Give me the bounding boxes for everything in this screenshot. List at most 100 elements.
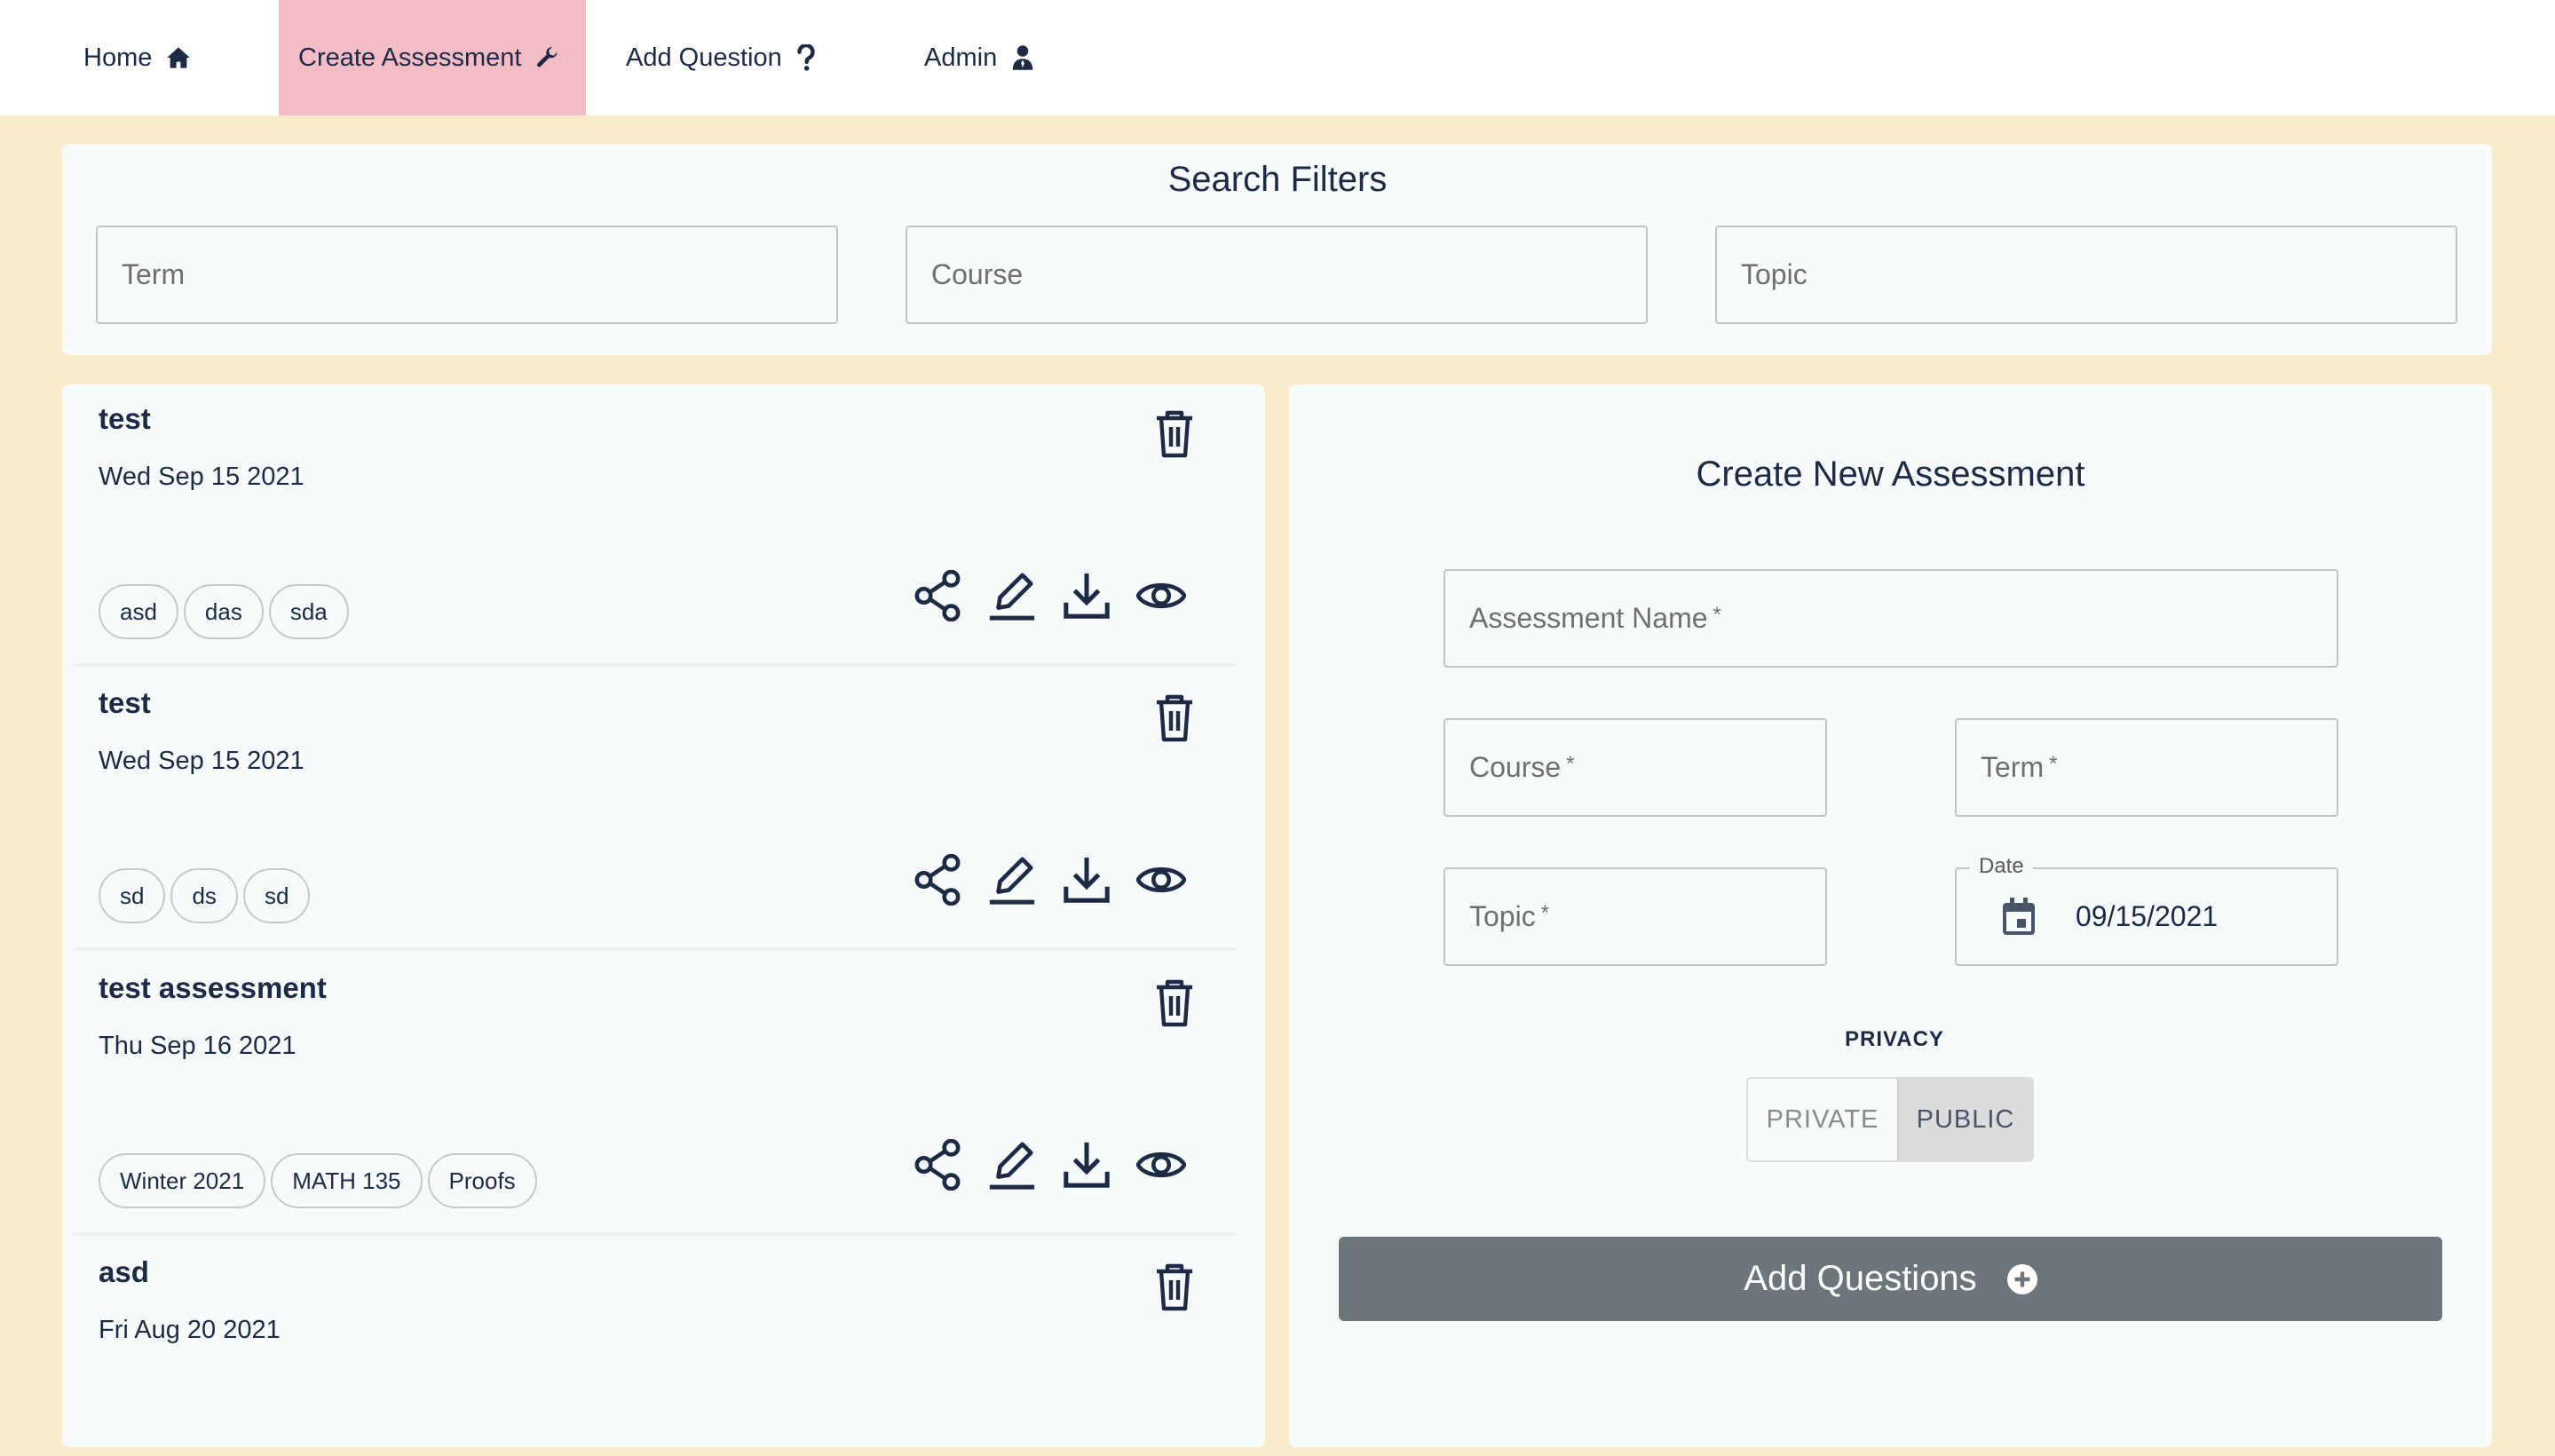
- wrench-icon: [535, 45, 560, 70]
- assessment-title: asd: [99, 1255, 149, 1288]
- user-tie-icon: [1011, 44, 1034, 71]
- privacy-label: PRIVACY: [1845, 1027, 1944, 1051]
- download-button[interactable]: [1062, 853, 1111, 906]
- tag-chip: Proofs: [427, 1153, 537, 1208]
- topic-filter-input[interactable]: Topic: [1715, 226, 2457, 324]
- card-actions: [913, 853, 1186, 906]
- term-input[interactable]: Term *: [1955, 718, 2338, 817]
- course-label: Course: [1469, 751, 1562, 783]
- edit-button[interactable]: [987, 569, 1037, 622]
- assessment-date: Fri Aug 20 2021: [99, 1316, 281, 1344]
- required-mark: *: [1713, 603, 1721, 627]
- share-icon: [914, 570, 961, 621]
- eye-icon: [1136, 1152, 1186, 1177]
- topic-filter-placeholder: Topic: [1741, 258, 1807, 290]
- course-input[interactable]: Course *: [1444, 718, 1827, 817]
- create-assessment-title: Create New Assessment: [1696, 455, 2085, 494]
- topic-input[interactable]: Topic *: [1444, 867, 1827, 966]
- assessment-card[interactable]: test assessment Thu Sep 16 2021 Winter 2…: [73, 954, 1236, 1236]
- view-button[interactable]: [1136, 853, 1186, 906]
- nav-add-question[interactable]: Add Question: [626, 0, 816, 115]
- view-button[interactable]: [1136, 1138, 1186, 1191]
- eye-icon: [1136, 583, 1186, 608]
- tag-chip: sda: [268, 584, 349, 639]
- required-mark: *: [1566, 752, 1575, 776]
- tag-list: Winter 2021 MATH 135 Proofs: [99, 1153, 537, 1208]
- download-button[interactable]: [1062, 1138, 1111, 1191]
- pencil-icon: [989, 1142, 1035, 1190]
- download-button[interactable]: [1062, 569, 1111, 622]
- tag-chip: asd: [99, 584, 178, 639]
- trash-icon: [1157, 694, 1192, 742]
- term-filter-placeholder: Term: [122, 258, 186, 290]
- assessment-name-label: Assessment Name: [1469, 602, 1708, 634]
- tag-chip: ds: [170, 868, 238, 923]
- edit-button[interactable]: [987, 853, 1037, 906]
- download-icon: [1064, 857, 1110, 903]
- delete-button[interactable]: [1153, 978, 1196, 1033]
- term-label: Term: [1981, 751, 2045, 783]
- assessment-name-input[interactable]: Assessment Name *: [1444, 569, 2338, 668]
- trash-icon: [1157, 1263, 1192, 1311]
- search-filters-title: Search Filters: [1167, 160, 1388, 199]
- required-mark: *: [2049, 752, 2058, 776]
- privacy-toggle: PRIVATE PUBLIC: [1746, 1077, 2034, 1162]
- tag-chip: das: [183, 584, 264, 639]
- topic-label: Topic: [1469, 900, 1536, 932]
- add-questions-button[interactable]: Add Questions: [1339, 1237, 2442, 1321]
- share-button[interactable]: [913, 569, 962, 622]
- course-filter-input[interactable]: Course: [906, 226, 1648, 324]
- nav-home-label: Home: [83, 43, 153, 72]
- delete-button[interactable]: [1153, 693, 1196, 748]
- assessment-card[interactable]: asd Fri Aug 20 2021: [73, 1238, 1236, 1447]
- assessment-card[interactable]: test Wed Sep 15 2021 asd das sda: [73, 384, 1236, 667]
- top-nav: Home Create Assessment Add Question Admi…: [0, 0, 2555, 115]
- nav-admin[interactable]: Admin: [924, 0, 1034, 115]
- question-mark-icon: [796, 44, 816, 71]
- share-button[interactable]: [913, 1138, 962, 1191]
- assessment-title: test: [99, 686, 151, 719]
- assessment-date: Wed Sep 15 2021: [99, 463, 305, 491]
- nav-add-label: Add Question: [626, 43, 782, 72]
- download-icon: [1064, 573, 1110, 619]
- card-actions: [913, 569, 1186, 622]
- private-toggle-button[interactable]: PRIVATE: [1748, 1079, 1897, 1160]
- add-questions-label: Add Questions: [1744, 1259, 1977, 1298]
- term-filter-input[interactable]: Term: [96, 226, 838, 324]
- pencil-icon: [989, 573, 1035, 621]
- delete-button[interactable]: [1153, 1262, 1196, 1317]
- date-input[interactable]: 09/15/2021: [1955, 867, 2338, 966]
- public-toggle-button[interactable]: PUBLIC: [1897, 1079, 2032, 1160]
- share-button[interactable]: [913, 853, 962, 906]
- pencil-icon: [989, 857, 1035, 905]
- assessment-title: test: [99, 402, 151, 435]
- assessment-title: test assessment: [99, 971, 327, 1004]
- nav-create-assessment[interactable]: Create Assessment: [279, 0, 586, 115]
- assessment-list-panel[interactable]: test Wed Sep 15 2021 asd das sda test We…: [62, 384, 1265, 1447]
- view-button[interactable]: [1136, 569, 1186, 622]
- trash-icon: [1157, 410, 1192, 458]
- nav-admin-label: Admin: [924, 43, 998, 72]
- assessment-date: Wed Sep 15 2021: [99, 747, 305, 775]
- plus-circle-icon: [2006, 1263, 2037, 1294]
- tag-chip: MATH 135: [271, 1153, 423, 1208]
- tag-list: asd das sda: [99, 584, 349, 639]
- calendar-icon: [2003, 897, 2035, 935]
- tag-chip: sd: [99, 868, 166, 923]
- eye-icon: [1136, 867, 1186, 892]
- tag-chip: Winter 2021: [99, 1153, 266, 1208]
- assessment-date: Thu Sep 16 2021: [99, 1032, 297, 1060]
- date-value: 09/15/2021: [2076, 900, 2219, 932]
- nav-home[interactable]: Home: [83, 0, 191, 115]
- download-icon: [1064, 1142, 1110, 1188]
- required-mark: *: [1540, 901, 1550, 925]
- share-icon: [914, 854, 961, 906]
- date-label: Date: [1970, 854, 2033, 879]
- home-icon: [166, 46, 191, 69]
- share-icon: [914, 1139, 961, 1191]
- assessment-card[interactable]: test Wed Sep 15 2021 sd ds sd: [73, 669, 1236, 951]
- edit-button[interactable]: [987, 1138, 1037, 1191]
- tag-list: sd ds sd: [99, 868, 311, 923]
- delete-button[interactable]: [1153, 409, 1196, 463]
- trash-icon: [1157, 979, 1192, 1027]
